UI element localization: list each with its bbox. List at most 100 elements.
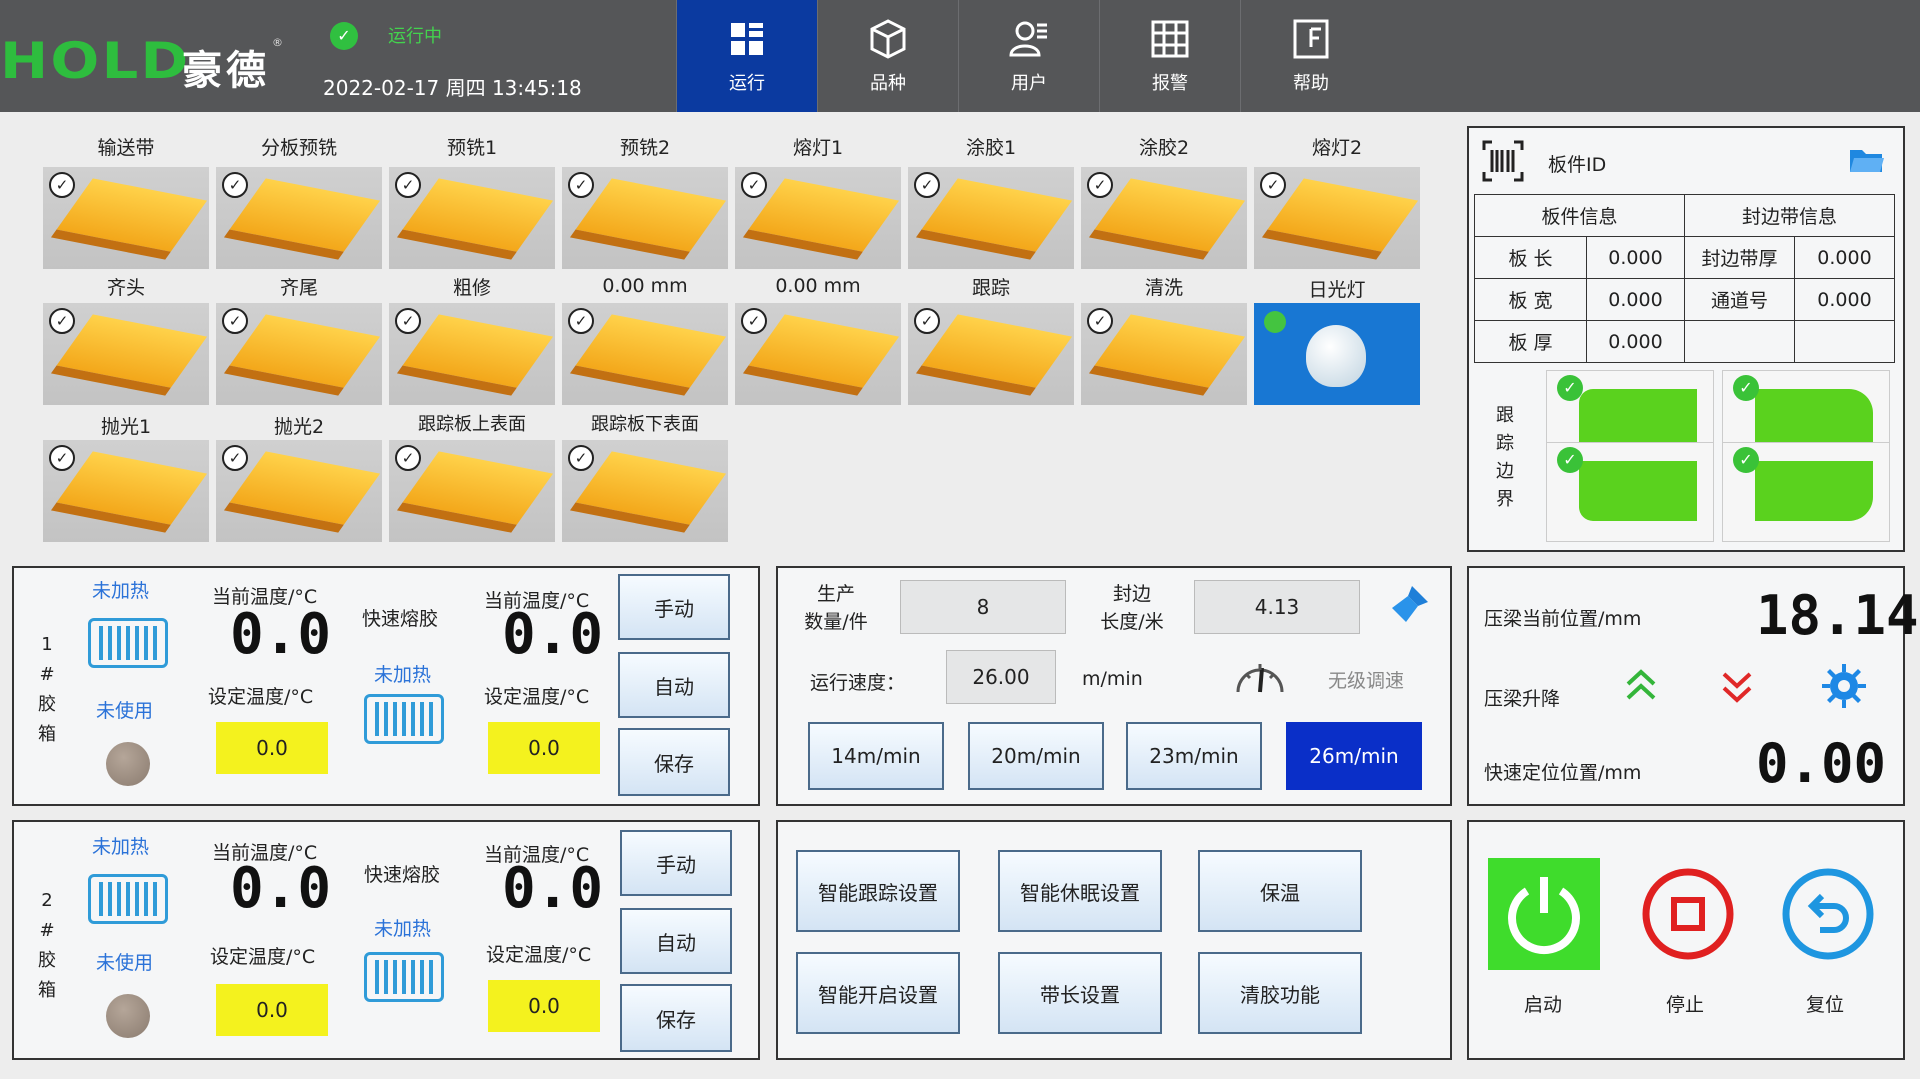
user-icon	[1009, 21, 1047, 57]
tracking-shape-bottom-left[interactable]: ✓	[1546, 442, 1714, 542]
glue1-manual-button[interactable]: 手动	[618, 574, 730, 640]
nav-product[interactable]: 品种	[817, 0, 958, 112]
reset-icon[interactable]	[1780, 866, 1876, 962]
station-image[interactable]: ✓	[908, 303, 1074, 405]
edge-length-label: 封边 长度/米	[1100, 583, 1164, 633]
glue1-cur-temp2-value: 0.0	[502, 602, 604, 667]
station-image[interactable]: ✓	[389, 167, 555, 269]
check-icon[interactable]: ✓	[395, 445, 421, 471]
glue1-set-temp-label: 设定温度/°C	[208, 686, 314, 708]
tracking-shape-bottom-right[interactable]: ✓	[1722, 442, 1890, 542]
station-image[interactable]: ✓	[216, 167, 382, 269]
glue1-fast-melt-label: 快速熔胶	[362, 608, 439, 630]
glue1-auto-button[interactable]: 自动	[618, 652, 730, 718]
glue2-set-temp-label: 设定温度/°C	[210, 946, 316, 968]
check-icon[interactable]: ✓	[568, 445, 594, 471]
heater-icon	[88, 874, 168, 924]
board-length-label: 板 长	[1474, 236, 1587, 279]
station-image[interactable]: ✓	[562, 303, 728, 405]
board-length-value: 0.000	[1586, 236, 1685, 279]
check-icon[interactable]: ✓	[741, 308, 767, 334]
glue-clean-button[interactable]: 清胶功能	[1198, 952, 1362, 1034]
check-icon[interactable]: ✓	[395, 308, 421, 334]
settings-gear-icon[interactable]	[1820, 662, 1868, 710]
glue2-set-temp2-input[interactable]: 0.0	[488, 980, 600, 1032]
daylight-lamp-image[interactable]	[1254, 303, 1420, 405]
press-position-label: 压梁当前位置/mm	[1484, 608, 1642, 630]
keep-warm-button[interactable]: 保温	[1198, 850, 1362, 932]
check-icon[interactable]: ✓	[1260, 172, 1286, 198]
check-icon[interactable]: ✓	[49, 445, 75, 471]
check-icon[interactable]: ✓	[222, 308, 248, 334]
check-icon[interactable]: ✓	[1087, 172, 1113, 198]
station-image[interactable]: ✓	[908, 167, 1074, 269]
station-label: 预铣1	[446, 137, 498, 159]
tape-length-settings-button[interactable]: 带长设置	[998, 952, 1162, 1034]
clear-brush-icon[interactable]	[1388, 582, 1432, 626]
board-thickness-value: 0.000	[1586, 320, 1685, 363]
station-image[interactable]: ✓	[389, 440, 555, 542]
check-icon[interactable]: ✓	[395, 172, 421, 198]
press-down-icon[interactable]	[1720, 666, 1754, 706]
check-icon[interactable]: ✓	[914, 308, 940, 334]
speed-preset-26[interactable]: 26m/min	[1286, 722, 1422, 790]
station-image[interactable]: ✓	[216, 303, 382, 405]
status-label: 运行中	[388, 26, 442, 47]
station-image[interactable]: ✓	[43, 303, 209, 405]
station-image[interactable]: ✓	[1254, 167, 1420, 269]
nav-user[interactable]: 用户	[958, 0, 1099, 112]
production-count-value: 8	[900, 580, 1066, 634]
station-image[interactable]: ✓	[562, 440, 728, 542]
station-label: 0.00 mm	[602, 275, 688, 297]
channel-label: 通道号	[1684, 278, 1795, 321]
folder-icon[interactable]	[1848, 146, 1886, 176]
station-image[interactable]: ✓	[43, 440, 209, 542]
check-icon[interactable]: ✓	[568, 308, 594, 334]
station-image[interactable]: ✓	[43, 167, 209, 269]
station-image[interactable]: ✓	[562, 167, 728, 269]
station-image[interactable]: ✓	[735, 167, 901, 269]
check-icon[interactable]: ✓	[741, 172, 767, 198]
stop-icon[interactable]	[1640, 866, 1736, 962]
indicator-lamp-icon	[106, 994, 150, 1038]
nav-help[interactable]: 帮助	[1240, 0, 1381, 112]
check-icon: ✓	[1733, 375, 1759, 401]
glue2-use-status: 未使用	[96, 952, 154, 974]
glue2-set-temp-input[interactable]: 0.0	[216, 984, 328, 1036]
speed-preset-14[interactable]: 14m/min	[808, 722, 944, 790]
nav-run[interactable]: 运行	[676, 0, 817, 112]
glue1-set-temp-input[interactable]: 0.0	[216, 722, 328, 774]
glue1-save-button[interactable]: 保存	[618, 728, 730, 796]
board-info-header: 板件信息	[1474, 194, 1685, 237]
smart-sleep-settings-button[interactable]: 智能休眠设置	[998, 850, 1162, 932]
check-icon[interactable]: ✓	[914, 172, 940, 198]
glue1-set-temp2-input[interactable]: 0.0	[488, 722, 600, 774]
press-up-icon[interactable]	[1624, 666, 1658, 706]
glue2-auto-button[interactable]: 自动	[620, 908, 732, 974]
station-image[interactable]: ✓	[216, 440, 382, 542]
nav-alarm[interactable]: 报警	[1099, 0, 1240, 112]
station-image[interactable]: ✓	[735, 303, 901, 405]
station-label: 熔灯1	[792, 137, 844, 159]
smart-tracking-settings-button[interactable]: 智能跟踪设置	[796, 850, 960, 932]
check-icon[interactable]: ✓	[49, 172, 75, 198]
check-icon[interactable]: ✓	[222, 445, 248, 471]
speed-preset-20[interactable]: 20m/min	[968, 722, 1104, 790]
station-image[interactable]: ✓	[1081, 167, 1247, 269]
check-icon[interactable]: ✓	[222, 172, 248, 198]
board-width-label: 板 宽	[1474, 278, 1587, 321]
speed-preset-23[interactable]: 23m/min	[1126, 722, 1262, 790]
glue2-save-button[interactable]: 保存	[620, 984, 732, 1052]
station-label: 涂胶2	[1138, 137, 1190, 159]
station-image[interactable]: ✓	[389, 303, 555, 405]
check-icon[interactable]: ✓	[1087, 308, 1113, 334]
heater-icon	[88, 618, 168, 668]
smart-start-settings-button[interactable]: 智能开启设置	[796, 952, 960, 1034]
check-icon: ✓	[1733, 447, 1759, 473]
start-button[interactable]	[1488, 858, 1600, 970]
station-image[interactable]: ✓	[1081, 303, 1247, 405]
grid-icon	[1151, 20, 1189, 58]
check-icon[interactable]: ✓	[49, 308, 75, 334]
glue2-manual-button[interactable]: 手动	[620, 830, 732, 896]
check-icon[interactable]: ✓	[568, 172, 594, 198]
